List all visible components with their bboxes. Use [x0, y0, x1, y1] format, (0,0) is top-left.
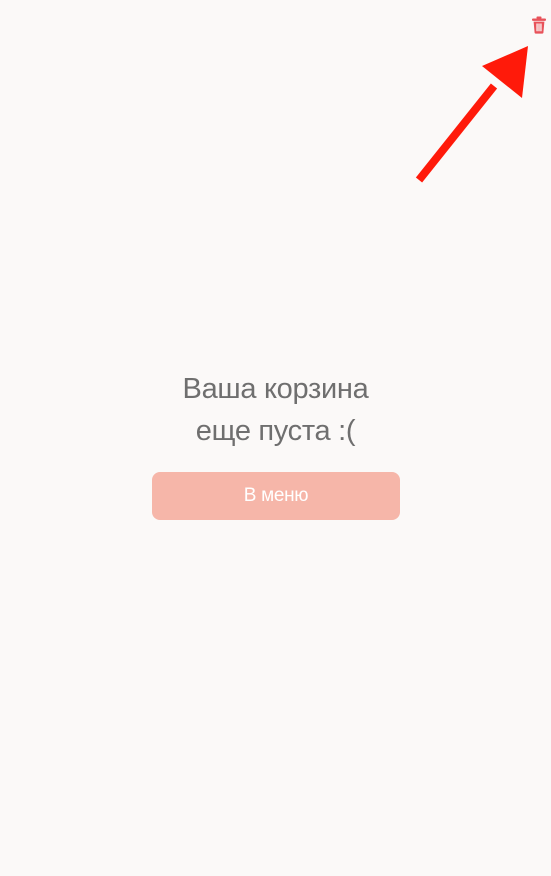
annotation-arrow [415, 46, 528, 183]
empty-cart-line-1: Ваша корзина [182, 373, 369, 405]
go-to-menu-button[interactable]: В меню [152, 472, 400, 520]
empty-cart-message: Ваша корзина еще пуста :( [0, 368, 551, 452]
trash-icon [532, 16, 546, 34]
empty-cart-line-2: еще пуста :( [195, 415, 356, 447]
clear-cart-button[interactable] [528, 14, 550, 36]
cart-screen: Ваша корзина еще пуста :( В меню [0, 0, 551, 876]
